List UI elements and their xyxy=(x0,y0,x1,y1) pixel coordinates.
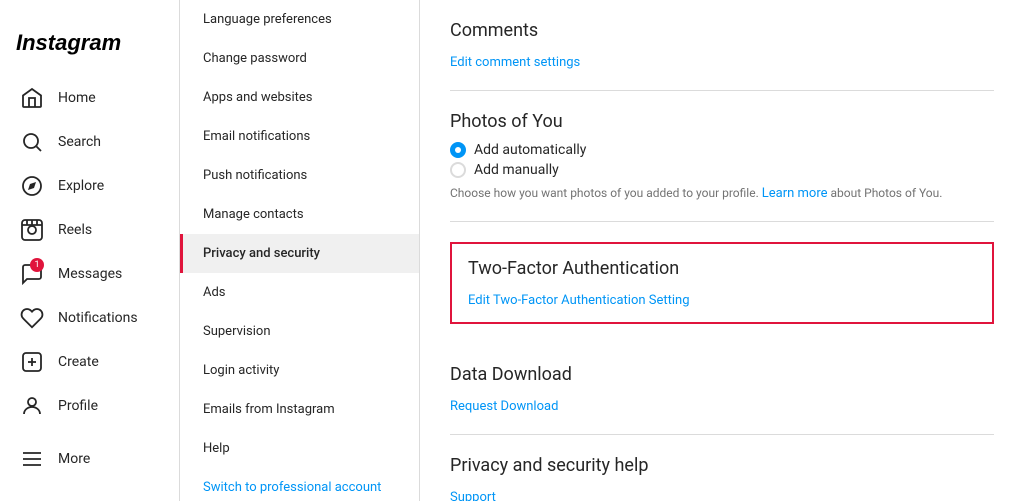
settings-item-privacy-security[interactable]: Privacy and security xyxy=(180,234,419,273)
settings-item-apps-websites[interactable]: Apps and websites xyxy=(180,78,419,117)
settings-item-emails-instagram[interactable]: Emails from Instagram xyxy=(180,390,419,429)
profile-icon xyxy=(20,394,44,418)
comments-title: Comments xyxy=(450,20,994,41)
nav-item-notifications[interactable]: Notifications xyxy=(4,296,175,340)
photos-of-you-title: Photos of You xyxy=(450,111,994,132)
settings-item-supervision[interactable]: Supervision xyxy=(180,312,419,351)
settings-item-login-activity[interactable]: Login activity xyxy=(180,351,419,390)
add-manual-radio[interactable] xyxy=(450,162,466,178)
nav-label-notifications: Notifications xyxy=(58,310,138,326)
nav-item-messages[interactable]: Messages 1 xyxy=(4,252,175,296)
nav-item-home[interactable]: Home xyxy=(4,76,175,120)
nav-item-profile[interactable]: Profile xyxy=(4,384,175,428)
two-factor-title: Two-Factor Authentication xyxy=(468,258,976,279)
hamburger-icon xyxy=(20,447,44,471)
settings-item-ads[interactable]: Ads xyxy=(180,273,419,312)
add-auto-label: Add automatically xyxy=(474,142,586,158)
messages-badge: 1 xyxy=(30,258,44,272)
reels-icon xyxy=(20,218,44,242)
nav-item-search[interactable]: Search xyxy=(4,120,175,164)
edit-two-factor-link[interactable]: Edit Two-Factor Authentication Setting xyxy=(468,293,690,308)
nav-item-more[interactable]: More xyxy=(4,437,175,481)
privacy-help-title: Privacy and security help xyxy=(450,455,994,476)
nav-label-profile: Profile xyxy=(58,398,98,414)
nav-label-create: Create xyxy=(58,354,99,370)
nav-item-create[interactable]: Create xyxy=(4,340,175,384)
comments-section: Comments Edit comment settings xyxy=(450,0,994,91)
photos-of-you-section: Photos of You Add automatically Add manu… xyxy=(450,91,994,222)
learn-more-link[interactable]: Learn more xyxy=(762,186,828,201)
app-logo: Instagram xyxy=(0,20,179,76)
add-automatically-option[interactable]: Add automatically xyxy=(450,142,994,158)
heart-icon xyxy=(20,306,44,330)
search-icon xyxy=(20,130,44,154)
left-navigation: Instagram Home Search Explore xyxy=(0,0,180,501)
settings-item-email-notifications[interactable]: Email notifications xyxy=(180,117,419,156)
two-factor-section-wrapper: Two-Factor Authentication Edit Two-Facto… xyxy=(450,222,994,344)
photos-helper-text: Choose how you want photos of you added … xyxy=(450,186,994,201)
settings-item-manage-contacts[interactable]: Manage contacts xyxy=(180,195,419,234)
explore-icon xyxy=(20,174,44,198)
add-manually-option[interactable]: Add manually xyxy=(450,162,994,178)
main-content: Comments Edit comment settings Photos of… xyxy=(420,0,1024,501)
settings-item-push-notifications[interactable]: Push notifications xyxy=(180,156,419,195)
create-icon xyxy=(20,350,44,374)
photos-radio-group: Add automatically Add manually xyxy=(450,142,994,178)
add-auto-radio[interactable] xyxy=(450,142,466,158)
settings-item-help[interactable]: Help xyxy=(180,429,419,468)
settings-menu: Language preferences Change password App… xyxy=(180,0,420,501)
nav-label-search: Search xyxy=(58,134,101,150)
request-download-link[interactable]: Request Download xyxy=(450,399,558,414)
data-download-section: Data Download Request Download xyxy=(450,344,994,435)
support-link[interactable]: Support xyxy=(450,490,496,501)
nav-label-messages: Messages xyxy=(58,266,122,282)
data-download-title: Data Download xyxy=(450,364,994,385)
settings-item-change-password[interactable]: Change password xyxy=(180,39,419,78)
two-factor-red-box: Two-Factor Authentication Edit Two-Facto… xyxy=(450,242,994,324)
nav-label-more: More xyxy=(58,451,90,467)
edit-comment-settings-link[interactable]: Edit comment settings xyxy=(450,55,580,70)
nav-item-reels[interactable]: Reels xyxy=(4,208,175,252)
privacy-help-section: Privacy and security help Support xyxy=(450,435,994,501)
home-icon xyxy=(20,86,44,110)
nav-label-reels: Reels xyxy=(58,222,92,238)
settings-item-switch-professional[interactable]: Switch to professional account xyxy=(180,468,419,501)
nav-label-explore: Explore xyxy=(58,178,104,194)
nav-label-home: Home xyxy=(58,90,96,106)
add-manual-label: Add manually xyxy=(474,162,559,178)
settings-item-language[interactable]: Language preferences xyxy=(180,0,419,39)
nav-item-explore[interactable]: Explore xyxy=(4,164,175,208)
